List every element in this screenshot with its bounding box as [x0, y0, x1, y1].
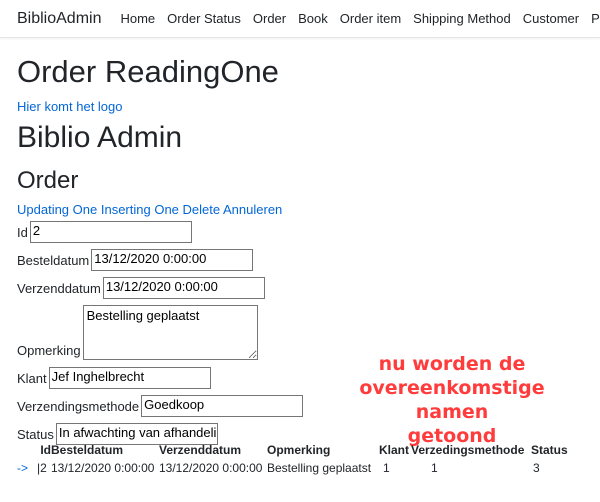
select-column-header [17, 441, 37, 459]
section-title: Order [17, 167, 79, 194]
brand-link[interactable]: BiblioAdmin [17, 10, 101, 28]
cell-id-value: 2 [40, 461, 47, 475]
cell-id: |2 [37, 461, 47, 475]
cell-klant: 1 [383, 461, 390, 475]
header-id: Id [40, 443, 51, 457]
besteldatum-row: Besteldatum 13/12/2020 0:00:00 [17, 248, 600, 272]
cell-status: 3 [533, 461, 540, 475]
verzendingsmethode-field[interactable]: Goedkoop [141, 395, 304, 417]
cell-besteldatum: 13/12/2020 0:00:00 [51, 461, 155, 475]
inserting-one-link[interactable]: Inserting One [101, 202, 179, 217]
row-select-link[interactable]: -> [17, 459, 37, 477]
nav-shipping-method[interactable]: Shipping Method [413, 11, 511, 26]
besteldatum-field[interactable]: 13/12/2020 0:00:00 [91, 249, 254, 271]
app-title: Biblio Admin [17, 121, 183, 154]
page-title: Order ReadingOne [17, 54, 279, 89]
order-list-table: Id Besteldatum Verzenddatum Opmerking Kl… [17, 441, 571, 477]
verzenddatum-row: Verzenddatum 13/12/2020 0:00:00 [17, 276, 600, 300]
header-klant: Klant [379, 443, 409, 457]
header-verzedingsmethode: Verzedingsmethode [411, 443, 525, 457]
besteldatum-label: Besteldatum [17, 252, 90, 268]
id-row: Id 2 [17, 220, 600, 244]
verzenddatum-label: Verzenddatum [17, 280, 101, 296]
cell-opmerking: Bestelling geplaatst [267, 461, 372, 475]
nav-book[interactable]: Book [298, 11, 328, 26]
action-links: Updating One Inserting One Delete Annule… [17, 200, 600, 220]
updating-one-link[interactable]: Updating One [17, 202, 97, 217]
header-besteldatum: Besteldatum [51, 443, 124, 457]
nav-home[interactable]: Home [120, 11, 155, 26]
header-opmerking: Opmerking [267, 443, 331, 457]
nav-order-item[interactable]: Order item [340, 11, 401, 26]
delete-link[interactable]: Delete [183, 202, 221, 217]
table-row: -> |2 13/12/2020 0:00:00 13/12/2020 0:00… [17, 459, 571, 477]
annotation-note: nu worden de overeenkomstige namen getoo… [332, 352, 572, 448]
cell-verzendingsmethode: 1 [431, 461, 438, 475]
logo-placeholder-link[interactable]: Hier komt het logo [17, 96, 600, 118]
opmerking-label: Opmerking [17, 343, 81, 358]
header-verzenddatum: Verzenddatum [159, 443, 242, 457]
verzenddatum-field[interactable]: 13/12/2020 0:00:00 [102, 277, 265, 299]
klant-label: Klant [17, 370, 47, 386]
opmerking-textarea[interactable] [82, 305, 258, 360]
id-field[interactable]: 2 [29, 221, 192, 243]
nav-order-status[interactable]: Order Status [167, 11, 241, 26]
annotation-line-1: nu worden de [378, 353, 526, 375]
cancel-link[interactable]: Annuleren [223, 202, 282, 217]
nav-pri-truncated[interactable]: Pri [591, 11, 600, 26]
verzendingsmethode-label: Verzendingsmethode [17, 398, 140, 414]
cell-verzenddatum: 13/12/2020 0:00:00 [159, 461, 263, 475]
table-header-row: Id Besteldatum Verzenddatum Opmerking Kl… [17, 441, 571, 459]
top-navbar: BiblioAdmin Home Order Status Order Book… [0, 0, 600, 38]
nav-order[interactable]: Order [253, 11, 286, 26]
id-label: Id [17, 224, 28, 240]
header-status: Status [531, 443, 568, 457]
klant-field[interactable]: Jef Inghelbrecht [48, 367, 211, 389]
status-label: Status [17, 426, 54, 442]
nav-customer[interactable]: Customer [523, 11, 579, 26]
annotation-line-2: overeenkomstige namen [359, 377, 545, 423]
